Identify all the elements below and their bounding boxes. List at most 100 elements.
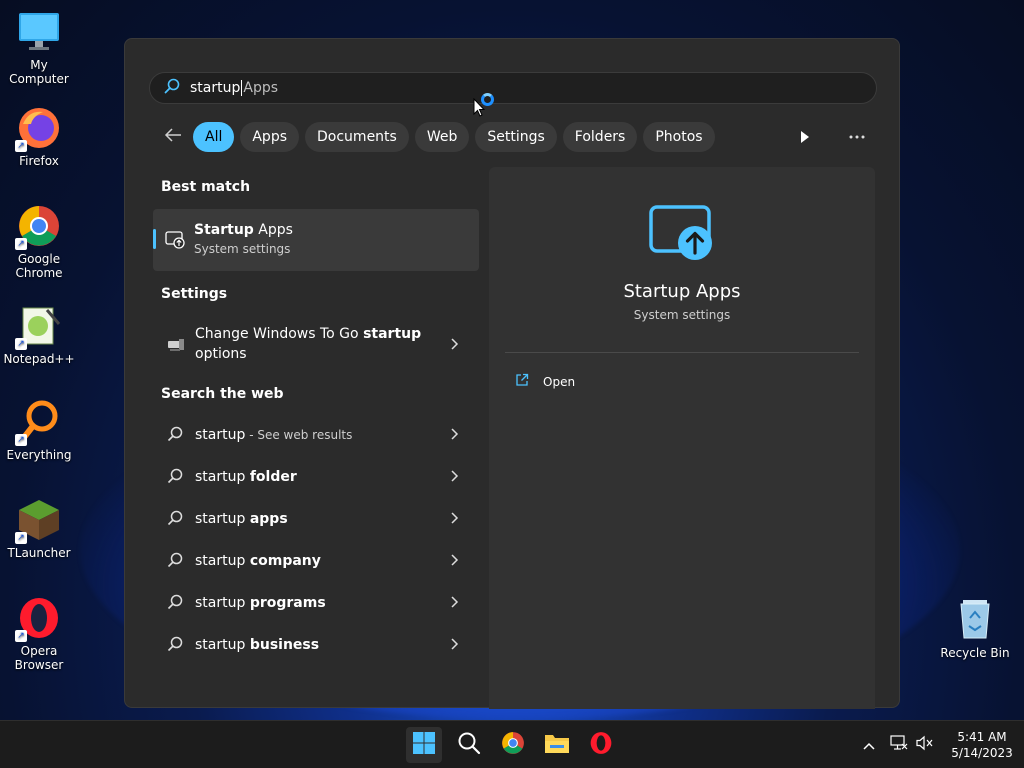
web-result-4[interactable]: startup programs [153,582,479,624]
web-result-label: startup apps [195,509,479,529]
shortcut-arrow-icon: ↗ [15,238,27,250]
startup-apps-icon [165,231,185,249]
result-text-bold: business [249,637,320,653]
result-text: startup [195,511,250,527]
system-tray [860,721,936,768]
web-result-label: startup company [195,551,479,571]
desktop-icon-label: Firefox [19,154,59,168]
back-arrow-icon [164,127,182,148]
start-button[interactable] [406,727,442,763]
section-title-settings: Settings [161,286,228,302]
recycle-bin-icon [955,596,995,640]
more-options-button[interactable] [845,125,869,149]
taskbar-search-button[interactable] [451,727,487,763]
desktop-icon-firefox[interactable]: ↗ Firefox [0,106,78,168]
file-explorer-icon [544,732,570,758]
best-match-subtitle: System settings [194,242,291,256]
desktop-icon-notepadpp[interactable]: ↗ Notepad++ [0,304,78,366]
best-match-result[interactable]: Startup Apps System settings [153,209,479,271]
desktop-icon-recycle-bin[interactable]: Recycle Bin [940,596,1010,660]
desktop-icon-my-computer[interactable]: My Computer [0,10,78,86]
web-result-2[interactable]: startup apps [153,498,479,540]
chevron-right-icon [449,637,459,651]
tlauncher-icon: ↗ [15,498,61,544]
desktop-icon-opera[interactable]: ↗ Opera Browser [0,596,78,672]
result-text-bold: startup [363,326,422,342]
result-text: startup [195,427,246,443]
volume-button[interactable] [916,735,936,755]
volume-muted-icon [916,735,934,755]
filter-chip-web[interactable]: Web [414,122,470,152]
taskbar: 5:41 AM 5/14/2023 [0,720,1024,768]
desktop-icon-label: Recycle Bin [940,646,1010,660]
chevron-up-icon [862,736,876,755]
back-button[interactable] [159,123,187,151]
taskbar-opera-button[interactable] [583,727,619,763]
result-text-bold: programs [249,595,326,611]
busy-spinner-icon [481,93,494,106]
desktop-icon-tlauncher[interactable]: ↗ TLauncher [0,498,78,560]
search-panel: startup Apps All Apps Documents Web Setti… [124,38,900,709]
search-icon [167,468,185,486]
best-match-title-rest: Apps [253,222,293,238]
result-text-bold: apps [249,511,288,527]
firefox-icon: ↗ [15,106,61,152]
everything-icon: ↗ [15,400,61,446]
result-text: startup [195,637,250,653]
result-text: startup [195,553,250,569]
web-result-label: startup programs [195,593,479,613]
web-result-0[interactable]: startup - See web results [153,414,479,456]
filter-chip-documents[interactable]: Documents [305,122,409,152]
tray-overflow-button[interactable] [860,736,878,754]
search-icon [167,552,185,570]
filter-chip-settings[interactable]: Settings [475,122,557,152]
taskbar-file-explorer-button[interactable] [539,727,575,763]
best-match-title: Startup Apps [194,222,293,238]
search-typed-text: startup [190,80,241,96]
network-button[interactable] [890,735,910,755]
search-icon [167,510,185,528]
selection-accent [153,229,156,249]
settings-result-label: Change Windows To Go startup options [195,324,425,364]
desktop-icon-google-chrome[interactable]: ↗ Google Chrome [0,204,78,280]
filter-chip-apps[interactable]: Apps [240,122,300,152]
best-match-title-bold: Startup [194,222,254,238]
web-result-3[interactable]: startup company [153,540,479,582]
filter-chip-folders[interactable]: Folders [562,122,638,152]
desktop-icon-label: Google Chrome [15,252,63,280]
web-result-5[interactable]: startup business [153,624,479,666]
desktop-icon-everything[interactable]: ↗ Everything [0,400,78,462]
search-input[interactable]: startup Apps [190,80,278,96]
settings-result-windows-to-go[interactable]: Change Windows To Go startup options [153,321,479,367]
search-box[interactable]: startup Apps [149,72,877,104]
open-action[interactable]: Open [515,373,575,390]
open-external-icon [515,373,543,390]
result-text-bold: company [249,553,321,569]
usb-drive-icon [167,335,185,353]
preview-subtitle: System settings [633,308,731,322]
shortcut-arrow-icon: ↗ [15,532,27,544]
filter-chip-photos[interactable]: Photos [643,122,715,152]
result-text-bold: folder [249,469,297,485]
chevron-right-icon [449,553,459,567]
opera-icon: ↗ [15,596,61,642]
taskbar-chrome-button[interactable] [495,727,531,763]
taskbar-clock[interactable]: 5:41 AM 5/14/2023 [944,729,1020,761]
web-result-1[interactable]: startup folder [153,456,479,498]
search-icon [167,594,185,612]
network-icon [890,735,908,755]
computer-icon [17,10,61,54]
notepadpp-icon: ↗ [15,304,61,350]
play-button[interactable] [793,127,817,147]
clock-date: 5/14/2023 [951,746,1013,760]
startup-apps-large-icon [649,205,715,263]
shortcut-arrow-icon: ↗ [15,630,27,642]
desktop-icon-label: Everything [6,448,72,462]
desktop-icon-label: TLauncher [7,546,71,560]
search-icon [457,731,481,759]
shortcut-arrow-icon: ↗ [15,434,27,446]
section-title-search-web: Search the web [161,386,284,402]
preview-title: Startup Apps [623,281,741,302]
filter-chip-all[interactable]: All [193,122,235,152]
play-icon [793,131,817,151]
